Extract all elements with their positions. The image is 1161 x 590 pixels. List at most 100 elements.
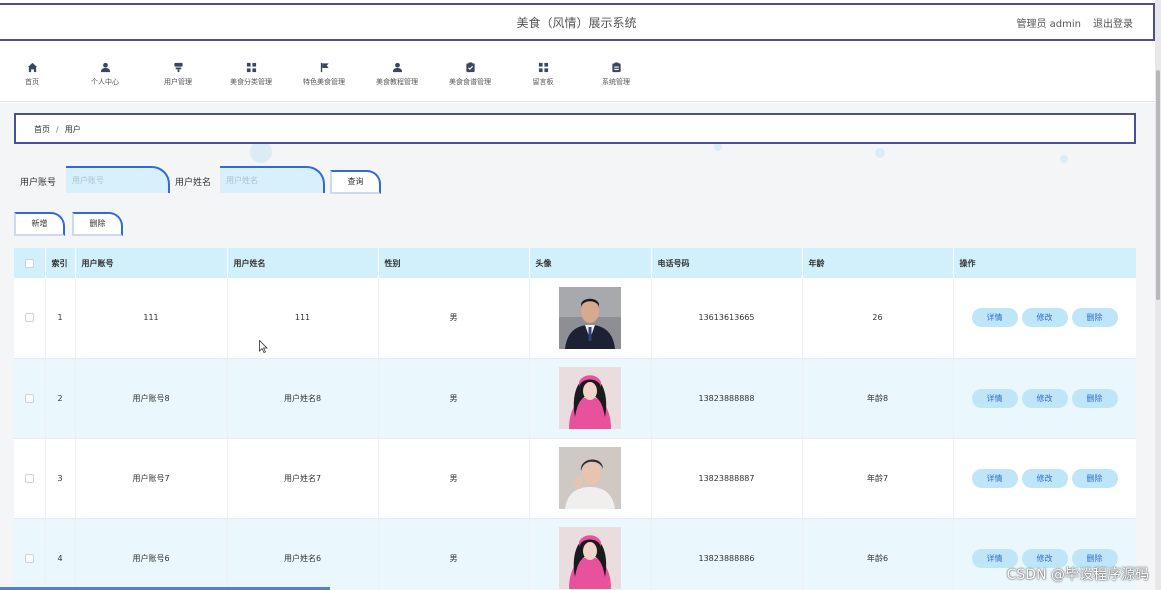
nav-item-food-tutorial[interactable]: 美食教程管理 bbox=[357, 58, 437, 87]
column-header: 用户姓名 bbox=[227, 248, 379, 278]
background-bubble bbox=[875, 148, 885, 158]
nav-item-featured-food[interactable]: 特色美食管理 bbox=[284, 58, 364, 87]
column-header: 性别 bbox=[378, 248, 530, 278]
cell-name: 用户姓名6 bbox=[227, 518, 379, 590]
user-table: 索引 用户账号 用户姓名 性别 头像 电话号码 年龄 操作 1 111 111 bbox=[14, 248, 1136, 590]
column-header: 操作 bbox=[953, 248, 1136, 278]
breadcrumb: 首页 / 用户 bbox=[14, 113, 1136, 144]
add-button[interactable]: 新增 bbox=[14, 212, 65, 236]
cell-name: 用户姓名8 bbox=[227, 358, 379, 439]
row-checkbox[interactable] bbox=[24, 313, 34, 323]
cell-index: 1 bbox=[45, 278, 76, 359]
row-checkbox[interactable] bbox=[24, 393, 34, 403]
nav-item-home[interactable]: 首页 bbox=[0, 58, 72, 87]
delete-button[interactable]: 删除 bbox=[1071, 388, 1118, 408]
edit-button[interactable]: 修改 bbox=[1021, 468, 1068, 488]
nav-item-food-category[interactable]: 美食分类管理 bbox=[211, 58, 291, 87]
nav-label: 留言板 bbox=[532, 78, 554, 86]
nav-label: 特色美食管理 bbox=[303, 78, 345, 86]
select-all-header[interactable] bbox=[14, 248, 46, 278]
cell-name: 用户姓名7 bbox=[227, 438, 379, 519]
table-row: 1 111 111 男 13613613665 26 详情 修改 删除 bbox=[14, 278, 1136, 359]
edit-button[interactable]: 修改 bbox=[1021, 388, 1068, 408]
avatar bbox=[559, 286, 621, 349]
name-search-label: 用户姓名 bbox=[175, 178, 212, 188]
cell-account: 用户账号8 bbox=[75, 358, 228, 439]
user-icon bbox=[65, 58, 145, 73]
cell-age: 年龄8 bbox=[802, 358, 954, 439]
background-bubble bbox=[714, 143, 722, 151]
nav-label: 系统管理 bbox=[602, 78, 630, 86]
cell-age: 年龄7 bbox=[802, 438, 954, 519]
background-bubble bbox=[1060, 155, 1068, 163]
cell-index: 3 bbox=[45, 438, 76, 519]
cell-age: 年龄6 bbox=[802, 518, 954, 590]
nav-item-message-board[interactable]: 留言板 bbox=[503, 58, 583, 87]
nav-label: 个人中心 bbox=[91, 78, 119, 86]
cell-index: 2 bbox=[45, 358, 76, 439]
cell-name: 111 bbox=[227, 278, 379, 359]
table-row: 4 用户账号6 用户姓名6 男 13823888886 年龄6 详情 修改 删除 bbox=[14, 518, 1136, 590]
delete-button[interactable]: 删除 bbox=[1071, 308, 1118, 328]
background-bubble bbox=[250, 141, 272, 163]
nav-item-profile[interactable]: 个人中心 bbox=[65, 58, 145, 87]
detail-button[interactable]: 详情 bbox=[971, 388, 1018, 408]
nav-item-users[interactable]: 用户管理 bbox=[138, 58, 218, 87]
query-button[interactable]: 查询 bbox=[330, 170, 381, 194]
nav-item-system[interactable]: 系统管理 bbox=[576, 58, 656, 87]
row-checkbox[interactable] bbox=[24, 473, 34, 483]
detail-button[interactable]: 详情 bbox=[971, 308, 1018, 328]
cell-account: 用户账号7 bbox=[75, 438, 228, 519]
account-search-input[interactable] bbox=[66, 166, 170, 193]
watermark: CSDN @毕设程序源码 bbox=[1006, 567, 1149, 583]
delete-button[interactable]: 删除 bbox=[1071, 468, 1118, 488]
cell-phone: 13613613665 bbox=[651, 278, 803, 359]
app-title: 美食（风情）展示系统 bbox=[516, 16, 637, 30]
cell-gender: 男 bbox=[378, 358, 530, 439]
cell-gender: 男 bbox=[378, 278, 530, 359]
table-row: 3 用户账号7 用户姓名7 男 13823888887 年龄7 详情 修改 删除 bbox=[14, 438, 1136, 519]
nav-label: 美食食谱管理 bbox=[449, 78, 491, 86]
column-header: 用户账号 bbox=[75, 248, 228, 278]
cell-phone: 13823888888 bbox=[651, 358, 803, 439]
main-nav: 首页 个人中心 用户管理 美食分类管理 特色美食管理 美食教程管理 美食食谱管理… bbox=[0, 46, 1155, 102]
breadcrumb-separator: / bbox=[56, 125, 59, 134]
scrollbar-thumb[interactable] bbox=[1156, 70, 1160, 300]
cell-phone: 13823888886 bbox=[651, 518, 803, 590]
column-header: 电话号码 bbox=[651, 248, 803, 278]
breadcrumb-home[interactable]: 首页 bbox=[34, 125, 50, 134]
home-icon bbox=[0, 58, 72, 73]
nav-label: 美食分类管理 bbox=[230, 78, 272, 86]
cell-age: 26 bbox=[802, 278, 954, 359]
grid-icon bbox=[211, 58, 291, 73]
cell-index: 4 bbox=[45, 518, 76, 590]
nav-item-food-recipe[interactable]: 美食食谱管理 bbox=[430, 58, 510, 87]
name-search-input[interactable] bbox=[220, 166, 325, 193]
cell-account: 用户账号6 bbox=[75, 518, 228, 590]
cell-phone: 13823888887 bbox=[651, 438, 803, 519]
nav-label: 首页 bbox=[25, 78, 39, 86]
column-header: 头像 bbox=[529, 248, 652, 278]
content-area: 首页 / 用户 用户账号 用户姓名 查询 新增 删除 索引 用户账号 用户姓名 性别… bbox=[0, 103, 1155, 590]
cell-account: 111 bbox=[75, 278, 228, 359]
users-icon bbox=[138, 58, 218, 73]
avatar bbox=[559, 527, 621, 589]
table-header-row: 索引 用户账号 用户姓名 性别 头像 电话号码 年龄 操作 bbox=[14, 248, 1136, 278]
detail-button[interactable]: 详情 bbox=[971, 468, 1018, 488]
nav-label: 美食教程管理 bbox=[376, 78, 418, 86]
column-header: 年龄 bbox=[802, 248, 954, 278]
column-header: 索引 bbox=[45, 248, 76, 278]
select-all-checkbox[interactable] bbox=[24, 258, 34, 268]
avatar bbox=[559, 447, 621, 509]
batch-delete-button[interactable]: 删除 bbox=[72, 212, 123, 236]
edit-button[interactable]: 修改 bbox=[1021, 308, 1068, 328]
cell-gender: 男 bbox=[378, 518, 530, 590]
user-icon bbox=[357, 58, 437, 73]
logout-link[interactable]: 退出登录 bbox=[1093, 15, 1133, 30]
breadcrumb-current: 用户 bbox=[64, 125, 81, 134]
account-search-label: 用户账号 bbox=[20, 178, 57, 188]
nav-label: 用户管理 bbox=[164, 78, 192, 86]
row-checkbox[interactable] bbox=[24, 553, 34, 563]
clipboard-icon bbox=[430, 58, 510, 73]
vertical-scrollbar[interactable] bbox=[1155, 0, 1161, 590]
